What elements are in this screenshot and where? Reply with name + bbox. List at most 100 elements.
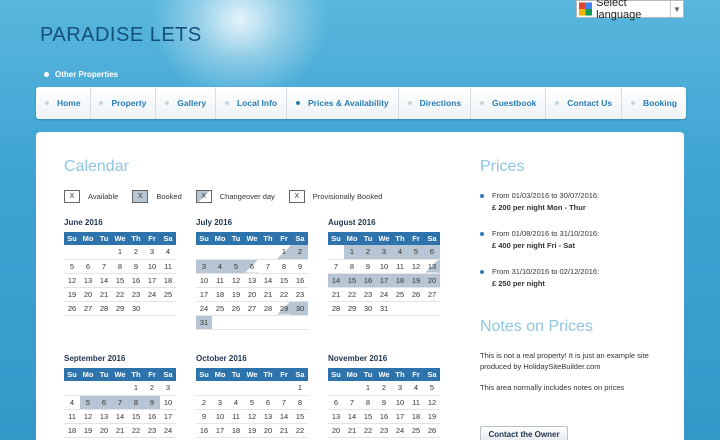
- calendar-day[interactable]: 13: [424, 259, 440, 274]
- calendar-day[interactable]: 23: [292, 287, 308, 302]
- calendar-day[interactable]: 3: [160, 381, 176, 396]
- calendar-day[interactable]: 18: [392, 273, 408, 288]
- calendar-day[interactable]: 19: [228, 287, 244, 302]
- calendar-day[interactable]: 6: [244, 259, 260, 274]
- calendar-day[interactable]: 3: [376, 245, 392, 260]
- calendar-day[interactable]: 28: [260, 301, 276, 316]
- calendar-day[interactable]: 17: [160, 409, 176, 424]
- calendar-day[interactable]: 25: [160, 287, 176, 302]
- calendar-day[interactable]: 19: [408, 273, 424, 288]
- calendar-day[interactable]: 25: [408, 423, 424, 438]
- calendar-day[interactable]: 16: [196, 423, 212, 438]
- calendar-day[interactable]: 7: [96, 259, 112, 274]
- calendar-day[interactable]: 1: [128, 381, 144, 396]
- calendar-day[interactable]: 5: [64, 259, 80, 274]
- calendar-day[interactable]: 12: [424, 395, 440, 410]
- calendar-day[interactable]: 7: [328, 259, 344, 274]
- calendar-day[interactable]: 12: [64, 273, 80, 288]
- calendar-day[interactable]: 31: [376, 301, 392, 316]
- language-selector[interactable]: Select language ▼: [576, 0, 684, 21]
- calendar-day[interactable]: 6: [260, 395, 276, 410]
- nav-item-gallery[interactable]: Gallery: [156, 87, 217, 119]
- nav-item-directions[interactable]: Directions: [399, 87, 472, 119]
- nav-item-local-info[interactable]: Local Info: [216, 87, 288, 119]
- calendar-day[interactable]: 10: [160, 395, 176, 410]
- calendar-day[interactable]: 14: [260, 273, 276, 288]
- calendar-day[interactable]: 5: [408, 245, 424, 260]
- nav-item-booking[interactable]: Booking: [622, 87, 686, 119]
- calendar-day[interactable]: 8: [128, 395, 144, 410]
- calendar-day[interactable]: 30: [360, 301, 376, 316]
- nav-item-contact-us[interactable]: Contact Us: [546, 87, 623, 119]
- calendar-day[interactable]: 6: [96, 395, 112, 410]
- calendar-day[interactable]: 17: [392, 409, 408, 424]
- calendar-day[interactable]: 21: [276, 423, 292, 438]
- calendar-day[interactable]: 2: [292, 245, 308, 260]
- calendar-day[interactable]: 8: [344, 259, 360, 274]
- calendar-day[interactable]: 10: [376, 259, 392, 274]
- calendar-day[interactable]: 24: [144, 287, 160, 302]
- calendar-day[interactable]: 26: [228, 301, 244, 316]
- calendar-day[interactable]: 30: [128, 301, 144, 316]
- calendar-day[interactable]: 9: [144, 395, 160, 410]
- calendar-day[interactable]: 31: [196, 315, 212, 330]
- calendar-day[interactable]: 4: [212, 259, 228, 274]
- calendar-day[interactable]: 18: [64, 423, 80, 438]
- calendar-day[interactable]: 16: [292, 273, 308, 288]
- calendar-day[interactable]: 4: [392, 245, 408, 260]
- calendar-day[interactable]: 20: [80, 287, 96, 302]
- calendar-day[interactable]: 11: [64, 409, 80, 424]
- calendar-day[interactable]: 17: [376, 273, 392, 288]
- calendar-day[interactable]: 10: [392, 395, 408, 410]
- calendar-day[interactable]: 21: [112, 423, 128, 438]
- calendar-day[interactable]: 14: [96, 273, 112, 288]
- calendar-day[interactable]: 22: [292, 423, 308, 438]
- calendar-day[interactable]: 20: [260, 423, 276, 438]
- calendar-day[interactable]: 16: [128, 273, 144, 288]
- calendar-day[interactable]: 9: [196, 409, 212, 424]
- calendar-day[interactable]: 14: [328, 273, 344, 288]
- calendar-day[interactable]: 3: [196, 259, 212, 274]
- calendar-day[interactable]: 3: [392, 381, 408, 396]
- calendar-day[interactable]: 29: [276, 301, 292, 316]
- contact-owner-button[interactable]: Contact the Owner: [480, 426, 568, 440]
- calendar-day[interactable]: 13: [328, 409, 344, 424]
- calendar-day[interactable]: 17: [196, 287, 212, 302]
- calendar-day[interactable]: 23: [360, 287, 376, 302]
- calendar-day[interactable]: 2: [144, 381, 160, 396]
- calendar-day[interactable]: 1: [344, 245, 360, 260]
- calendar-day[interactable]: 22: [128, 423, 144, 438]
- calendar-day[interactable]: 10: [212, 409, 228, 424]
- calendar-day[interactable]: 5: [244, 395, 260, 410]
- calendar-day[interactable]: 25: [212, 301, 228, 316]
- calendar-day[interactable]: 1: [112, 245, 128, 260]
- calendar-day[interactable]: 14: [112, 409, 128, 424]
- calendar-day[interactable]: 8: [292, 395, 308, 410]
- calendar-day[interactable]: 15: [292, 409, 308, 424]
- calendar-day[interactable]: 3: [212, 395, 228, 410]
- nav-item-property[interactable]: Property: [91, 87, 157, 119]
- calendar-day[interactable]: 1: [360, 381, 376, 396]
- calendar-day[interactable]: 11: [392, 259, 408, 274]
- calendar-day[interactable]: 29: [112, 301, 128, 316]
- calendar-day[interactable]: 9: [360, 259, 376, 274]
- calendar-day[interactable]: 12: [244, 409, 260, 424]
- calendar-day[interactable]: 14: [344, 409, 360, 424]
- calendar-day[interactable]: 6: [424, 245, 440, 260]
- calendar-day[interactable]: 15: [112, 273, 128, 288]
- calendar-day[interactable]: 9: [376, 395, 392, 410]
- calendar-day[interactable]: 16: [376, 409, 392, 424]
- calendar-day[interactable]: 9: [292, 259, 308, 274]
- calendar-day[interactable]: 30: [292, 301, 308, 316]
- calendar-day[interactable]: 11: [228, 409, 244, 424]
- calendar-day[interactable]: 22: [276, 287, 292, 302]
- calendar-day[interactable]: 15: [360, 409, 376, 424]
- calendar-day[interactable]: 5: [424, 381, 440, 396]
- calendar-day[interactable]: 23: [128, 287, 144, 302]
- calendar-day[interactable]: 7: [344, 395, 360, 410]
- calendar-day[interactable]: 19: [244, 423, 260, 438]
- calendar-day[interactable]: 4: [228, 395, 244, 410]
- calendar-day[interactable]: 15: [128, 409, 144, 424]
- calendar-day[interactable]: 2: [376, 381, 392, 396]
- calendar-day[interactable]: 23: [376, 423, 392, 438]
